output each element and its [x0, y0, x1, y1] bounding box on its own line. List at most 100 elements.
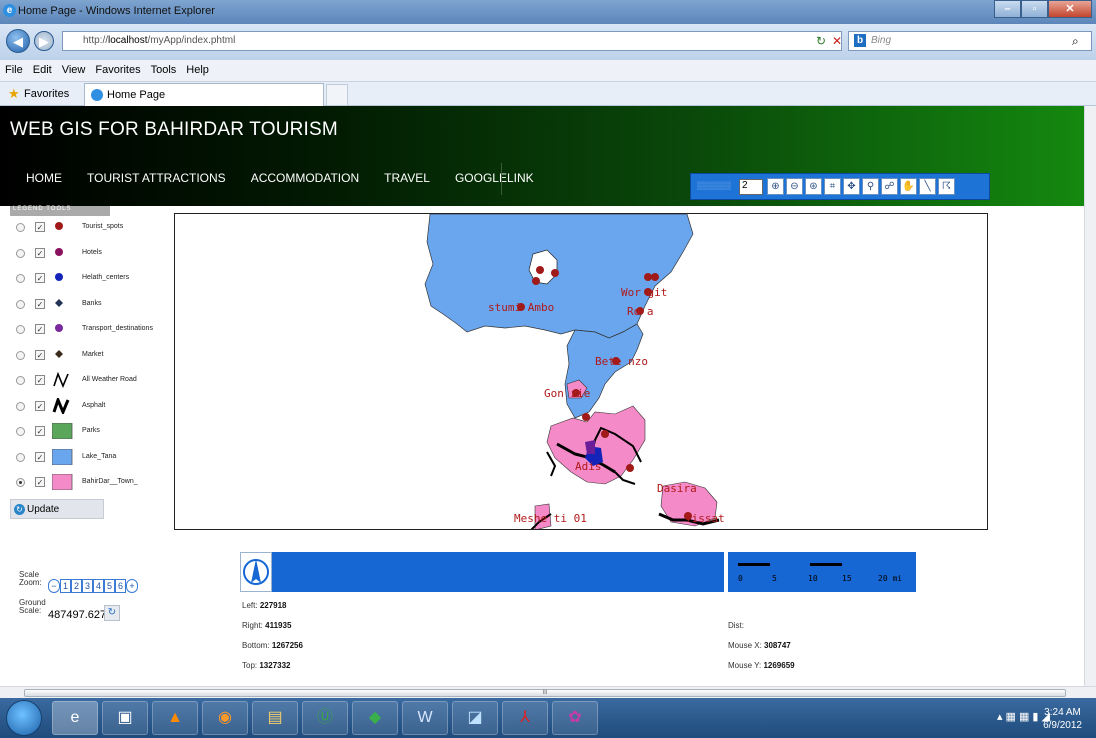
word-icon[interactable]: W	[402, 701, 448, 735]
ground-scale-value[interactable]: 487497.6271	[48, 609, 112, 621]
nav-travel[interactable]: TRAVEL	[384, 171, 430, 185]
menu-file[interactable]: File	[0, 60, 28, 76]
legend-radio[interactable]	[16, 325, 25, 334]
legend-radio[interactable]	[16, 401, 25, 411]
zoom-level-5[interactable]: 5	[104, 579, 115, 593]
ie-icon: e	[3, 4, 16, 17]
north-bar	[240, 552, 724, 592]
media-player-icon[interactable]: ▣	[102, 701, 148, 735]
scale-bar: 0 5 10 15 20 mi	[728, 552, 916, 592]
scroll-thumb[interactable]: III	[24, 689, 1066, 697]
acrobat-icon[interactable]: ⅄	[502, 701, 548, 735]
system-tray[interactable]: ▴ ▦ ▦ ▮ ◢	[997, 710, 1050, 723]
menu-help[interactable]: Help	[181, 60, 214, 76]
nav-home[interactable]: HOME	[26, 171, 62, 185]
globe-app-icon[interactable]: ◆	[352, 701, 398, 735]
legend-checkbox[interactable]: ✓	[35, 426, 45, 436]
zoom-level-input[interactable]: 2	[739, 179, 763, 195]
close-button[interactable]: ✕	[1048, 0, 1092, 18]
box-symbol-icon	[51, 448, 73, 465]
legend-radio[interactable]	[16, 478, 25, 487]
zoom-level-4[interactable]: 4	[93, 579, 104, 593]
zoom-level-3[interactable]: 3	[82, 579, 93, 593]
search-input[interactable]: Bing	[848, 31, 1092, 51]
maximize-button[interactable]: ▫	[1021, 0, 1048, 18]
menu-edit[interactable]: Edit	[28, 60, 57, 76]
dot-symbol-icon	[52, 270, 70, 286]
zoom-out-icon[interactable]: ⊖	[786, 178, 803, 195]
clock[interactable]: 3:24 AM 6/9/2012	[1043, 706, 1082, 732]
select-icon[interactable]: ☈	[938, 178, 955, 195]
start-button-icon[interactable]	[6, 700, 42, 736]
legend-checkbox[interactable]: ✓	[35, 247, 45, 258]
query-icon[interactable]: ☍	[881, 178, 898, 195]
zoom-minus-button[interactable]: −	[48, 579, 60, 593]
scale2-label: Scale:	[19, 606, 42, 615]
favorites-star-icon[interactable]: ★	[8, 86, 20, 102]
back-button[interactable]: ◀	[6, 29, 30, 53]
zoom-full-icon[interactable]: ⊛	[805, 178, 822, 195]
nav-tourist-attractions[interactable]: TOURIST ATTRACTIONS	[87, 171, 226, 185]
hand-icon[interactable]: ✋	[900, 178, 917, 195]
legend-tools-tabs[interactable]: LEGEND TOOLS	[10, 206, 110, 216]
zoom-plus-button[interactable]: +	[126, 579, 138, 593]
zoom-level-2[interactable]: 2	[71, 579, 82, 593]
new-tab-button[interactable]	[326, 84, 348, 106]
legend-radio[interactable]	[16, 248, 25, 258]
legend-checkbox[interactable]: ✓	[35, 273, 45, 283]
search-icon[interactable]: ⌕	[1072, 34, 1079, 49]
pan-icon[interactable]: ✥	[843, 178, 860, 195]
tourist-point	[582, 413, 590, 421]
legend-radio[interactable]	[16, 299, 25, 309]
horizontal-scrollbar[interactable]: III	[0, 686, 1096, 698]
legend-radio[interactable]	[16, 350, 25, 360]
app-icon[interactable]: ◪	[452, 701, 498, 735]
map-canvas[interactable]: stumi Ambo Wor git Ro a Bete nzo Gon zie…	[175, 214, 988, 530]
update-label: Update	[27, 504, 60, 515]
minimize-button[interactable]: –	[994, 0, 1021, 18]
menu-tools[interactable]: Tools	[146, 60, 182, 76]
measure-icon[interactable]: ╲	[919, 178, 936, 195]
legend-checkbox[interactable]: ✓	[35, 451, 45, 462]
legend-radio[interactable]	[16, 452, 25, 462]
utorrent-icon[interactable]: Ⓤ	[302, 701, 348, 735]
legend-checkbox[interactable]: ✓	[35, 298, 45, 309]
zoom-level-1[interactable]: 1	[60, 579, 71, 593]
menu-favorites[interactable]: Favorites	[90, 60, 145, 76]
legend-radio[interactable]	[16, 274, 25, 283]
legend-checkbox[interactable]: ✓	[35, 349, 45, 360]
nav-accommodation[interactable]: ACCOMMODATION	[251, 171, 359, 185]
stop-icon[interactable]: ✕	[832, 34, 842, 48]
url-field[interactable]: http://localhost/myApp/index.phtml	[62, 31, 842, 51]
tab-home-page[interactable]: Home Page	[84, 83, 324, 106]
update-button[interactable]: ↻ Update	[10, 499, 104, 519]
menu-view[interactable]: View	[57, 60, 91, 76]
ie-taskbar-icon[interactable]: e	[52, 701, 98, 735]
zoom-box-icon[interactable]: ⌗	[824, 178, 841, 195]
diamond-symbol-icon	[52, 347, 70, 363]
identify-icon[interactable]: ⚲	[862, 178, 879, 195]
legend-checkbox[interactable]: ✓	[35, 375, 45, 385]
forward-button[interactable]: ▶	[34, 31, 54, 51]
vertical-scrollbar[interactable]	[1084, 106, 1096, 686]
firefox-icon[interactable]: ◉	[202, 701, 248, 735]
nav-googlelink[interactable]: GOOGLELINK	[455, 171, 534, 185]
zoom-level-6[interactable]: 6	[115, 579, 126, 593]
legend-checkbox[interactable]: ✓	[35, 222, 45, 232]
tourist-point	[601, 430, 609, 438]
vlc-icon[interactable]: ▲	[152, 701, 198, 735]
right-label: Right:	[242, 621, 263, 630]
legend-radio[interactable]	[16, 427, 25, 436]
apply-scale-button[interactable]: ↻	[104, 605, 120, 621]
legend-checkbox[interactable]: ✓	[35, 477, 45, 487]
favorites-button[interactable]: Favorites	[24, 88, 69, 100]
legend-checkbox[interactable]: ✓	[35, 324, 45, 334]
refresh-icon[interactable]: ↻	[816, 34, 826, 48]
legend-radio[interactable]	[16, 223, 25, 232]
app-icon[interactable]: ✿	[552, 701, 598, 735]
legend-checkbox[interactable]: ✓	[35, 400, 45, 411]
legend-radio[interactable]	[16, 376, 25, 385]
explorer-icon[interactable]: ▤	[252, 701, 298, 735]
zoom-in-icon[interactable]: ⊕	[767, 178, 784, 195]
map-view[interactable]: stumi Ambo Wor git Ro a Bete nzo Gon zie…	[174, 213, 988, 530]
